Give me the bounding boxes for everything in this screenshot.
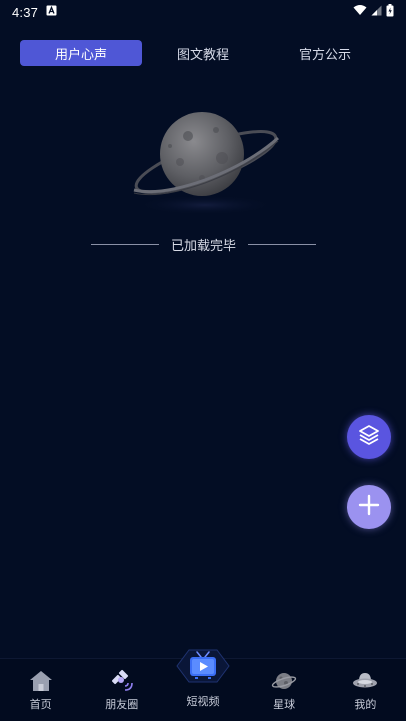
satellite-icon [109,668,135,694]
nav-label: 朋友圈 [105,698,139,711]
nav-moments[interactable]: 朋友圈 [81,658,162,721]
nav-label: 首页 [29,698,52,711]
layers-icon [357,423,381,451]
add-post-button[interactable] [347,485,391,529]
tab-label: 图文教程 [176,47,229,63]
battery-icon [386,3,394,21]
home-icon [28,668,54,694]
planet-icon [130,100,280,215]
tab-tutorials[interactable]: 图文教程 [142,40,264,66]
tab-label: 官方公示 [298,47,351,63]
layers-button[interactable] [347,415,391,459]
nav-planet[interactable]: 星球 [244,658,325,721]
bottom-nav: 首页 朋友圈 短视频 星球 我的 [0,649,406,721]
tv-play-icon [175,644,231,688]
loaded-message: 已加载完毕 [170,238,236,254]
signal-icon [371,5,382,20]
tab-user-voice[interactable]: 用户心声 [20,40,142,66]
divider-right [247,243,316,245]
status-bar: 4:37 [0,0,406,24]
nav-label: 星球 [273,698,296,711]
nav-label: 我的 [354,698,377,711]
nav-mine[interactable]: 我的 [325,658,406,721]
wifi-icon [353,4,367,20]
plus-icon [357,493,381,521]
nav-home[interactable]: 首页 [0,658,81,721]
divider-left [91,243,159,245]
nav-label: 短视频 [186,695,220,708]
loaded-indicator: 已加载完毕 [91,234,316,254]
ufo-icon [352,668,378,694]
planet-icon [271,668,297,694]
status-right [353,3,394,21]
status-time: 4:37 [12,4,39,20]
tab-label: 用户心声 [54,47,107,63]
tab-official-notices[interactable]: 官方公示 [264,40,386,66]
a-notification-icon [46,5,57,20]
nav-short-video[interactable]: 短视频 [162,649,243,721]
tab-bar: 用户心声 图文教程 官方公示 [20,40,386,66]
status-left: 4:37 [12,5,57,20]
